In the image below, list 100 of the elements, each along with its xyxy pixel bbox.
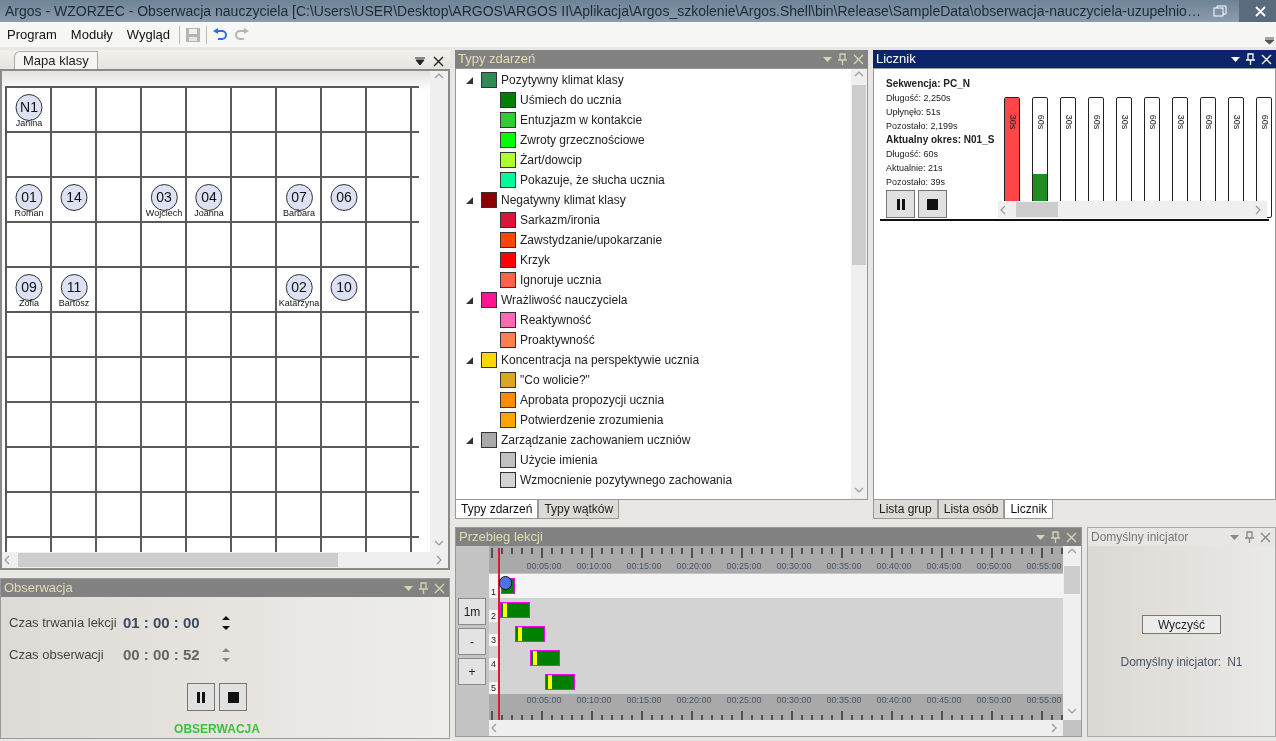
grid-cell[interactable] <box>367 223 412 268</box>
grid-cell[interactable] <box>142 223 187 268</box>
grid-cell[interactable] <box>187 403 232 448</box>
vertical-scrollbar[interactable] <box>851 69 867 499</box>
grid-cell[interactable] <box>187 133 232 178</box>
tab[interactable]: Lista grup <box>873 500 938 519</box>
grid-cell[interactable] <box>367 358 412 403</box>
menu-item[interactable]: Wygląd <box>119 24 177 45</box>
grid-cell[interactable]: 02 Katarzyna <box>277 268 322 313</box>
seat-marker[interactable]: 10 <box>330 274 358 301</box>
grid-cell[interactable] <box>232 223 277 268</box>
dropdown-icon[interactable] <box>1231 54 1240 64</box>
grid-cell[interactable] <box>142 88 187 133</box>
grid-cell[interactable] <box>232 178 277 223</box>
tree-item[interactable]: Koncentracja na perspektywie ucznia <box>501 351 700 369</box>
tree-item[interactable]: Potwierdzenie zrozumienia <box>520 411 664 429</box>
seat-marker[interactable]: 11 <box>60 274 88 301</box>
grid-cell[interactable]: 03 Wojciech <box>142 178 187 223</box>
tab[interactable]: Lista osób <box>937 500 1005 519</box>
zoom-button[interactable]: - <box>458 628 486 655</box>
maximize-icon[interactable] <box>1212 5 1227 17</box>
grid-cell[interactable] <box>232 403 277 448</box>
grid-cell[interactable] <box>232 448 277 493</box>
pause-button[interactable] <box>187 683 215 711</box>
grid-cell[interactable] <box>277 493 322 538</box>
tree-item[interactable]: Negatywny klimat klasy <box>501 191 626 209</box>
collapse-icon[interactable] <box>466 436 473 444</box>
grid-cell[interactable] <box>142 358 187 403</box>
grid-cell[interactable] <box>52 448 97 493</box>
grid-cell[interactable] <box>232 133 277 178</box>
seat-marker[interactable]: 04 <box>195 184 223 211</box>
grid-cell[interactable] <box>97 403 142 448</box>
grid-cell[interactable] <box>7 133 52 178</box>
grid-cell[interactable] <box>7 448 52 493</box>
menu-item[interactable]: Program <box>0 24 64 45</box>
tree-item[interactable]: Krzyk <box>520 251 550 269</box>
tree-item[interactable]: Wzmocnienie pozytywnego zachowania <box>520 471 733 489</box>
grid-cell[interactable] <box>187 88 232 133</box>
grid-cell[interactable] <box>187 223 232 268</box>
grid-cell[interactable] <box>97 178 142 223</box>
grid-cell[interactable] <box>232 313 277 358</box>
collapse-icon[interactable] <box>466 296 473 304</box>
grid-cell[interactable] <box>7 493 52 538</box>
grid-cell[interactable] <box>142 268 187 313</box>
grid-cell[interactable] <box>322 313 367 358</box>
grid-cell[interactable] <box>367 88 412 133</box>
collapse-icon[interactable] <box>466 356 473 364</box>
tree-item[interactable]: Sarkazm/ironia <box>520 211 601 229</box>
tree-item[interactable]: Aprobata propozycji ucznia <box>520 391 665 409</box>
grid-cell[interactable] <box>232 493 277 538</box>
grid-cell[interactable] <box>52 358 97 403</box>
grid-cell[interactable] <box>277 403 322 448</box>
grid-cell[interactable]: 06 <box>322 178 367 223</box>
grid-cell[interactable]: 14 <box>52 178 97 223</box>
grid-cell[interactable] <box>142 133 187 178</box>
horizontal-scrollbar[interactable] <box>998 201 1267 218</box>
grid-cell[interactable] <box>232 268 277 313</box>
grid-cell[interactable] <box>52 493 97 538</box>
tree-item[interactable]: Entuzjazm w kontakcie <box>520 111 643 129</box>
stop-button[interactable] <box>219 683 247 711</box>
close-icon[interactable] <box>433 56 444 67</box>
seat-marker[interactable]: 06 <box>330 184 358 211</box>
pause-button[interactable] <box>886 190 915 218</box>
grid-cell[interactable]: 04 Joanna <box>187 178 232 223</box>
grid-cell[interactable] <box>187 268 232 313</box>
grid-cell[interactable] <box>322 403 367 448</box>
tree-item[interactable]: Zarządzanie zachowaniem uczniów <box>501 431 691 449</box>
tab[interactable]: Licznik <box>1004 500 1054 519</box>
grid-cell[interactable] <box>97 448 142 493</box>
grid-cell[interactable] <box>367 133 412 178</box>
grid-cell[interactable]: 11 Bartosz <box>52 268 97 313</box>
grid-cell[interactable] <box>52 133 97 178</box>
scrollbar-thumb[interactable] <box>18 553 338 567</box>
vertical-scrollbar[interactable] <box>1063 546 1081 720</box>
zoom-button[interactable]: + <box>458 658 486 685</box>
grid-cell[interactable] <box>322 223 367 268</box>
grid-cell[interactable] <box>232 358 277 403</box>
grid-cell[interactable] <box>367 448 412 493</box>
grid-cell[interactable] <box>142 448 187 493</box>
grid-cell[interactable] <box>142 313 187 358</box>
time-value[interactable]: 01 : 00 : 00 <box>123 611 219 635</box>
grid-cell[interactable] <box>187 358 232 403</box>
dropdown-icon[interactable] <box>415 57 425 66</box>
grid-cell[interactable] <box>7 358 52 403</box>
horizontal-scrollbar[interactable] <box>2 552 448 568</box>
grid-cell[interactable] <box>52 313 97 358</box>
tree-item[interactable]: Proaktywność <box>520 331 595 349</box>
grid-cell[interactable] <box>322 133 367 178</box>
seat-marker[interactable]: 14 <box>60 184 88 211</box>
grid-cell[interactable] <box>7 313 52 358</box>
grid-cell[interactable] <box>97 223 142 268</box>
grid-cell[interactable] <box>97 493 142 538</box>
grid-cell[interactable]: 01 Roman <box>7 178 52 223</box>
spinner-icon[interactable] <box>221 614 231 632</box>
menu-item[interactable]: Moduły <box>63 24 120 45</box>
grid-cell[interactable] <box>52 223 97 268</box>
grid-cell[interactable] <box>277 133 322 178</box>
tab[interactable]: Typy zdarzeń <box>455 500 539 519</box>
grid-cell[interactable] <box>322 448 367 493</box>
panel-tab[interactable]: Mapa klasy <box>14 51 98 69</box>
